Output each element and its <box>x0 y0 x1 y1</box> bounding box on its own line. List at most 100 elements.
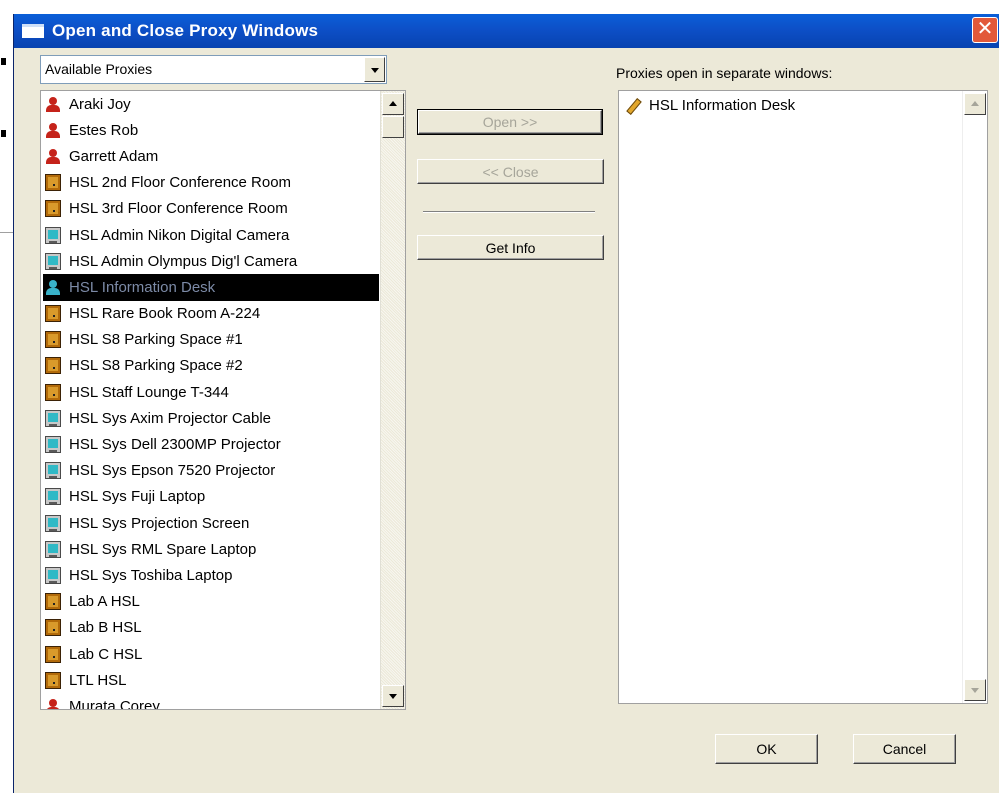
proxy-filter-value: Available Proxies <box>45 61 153 77</box>
ok-button[interactable]: OK <box>715 734 818 764</box>
equipment-icon <box>45 540 61 558</box>
list-item-label: Garrett Adam <box>69 147 159 165</box>
scroll-up-button[interactable] <box>382 93 404 115</box>
list-item[interactable]: HSL 3rd Floor Conference Room <box>43 196 379 222</box>
list-item-label: Estes Rob <box>69 121 139 139</box>
list-item[interactable]: HSL Sys Epson 7520 Projector <box>43 458 379 484</box>
list-item-label: HSL 3rd Floor Conference Room <box>69 200 288 218</box>
equipment-icon <box>45 514 61 532</box>
list-item-label: HSL Sys Epson 7520 Projector <box>69 462 276 480</box>
person-icon <box>45 96 61 113</box>
list-item[interactable]: HSL Information Desk <box>625 97 795 114</box>
dialog-window: Open and Close Proxy Windows ✕ Available… <box>13 14 999 793</box>
list-item-label: Murata Corey <box>69 697 160 710</box>
arrow-down-icon <box>971 688 979 693</box>
door-icon <box>45 619 61 637</box>
list-item[interactable]: HSL S8 Parking Space #1 <box>43 327 379 353</box>
list-item[interactable]: Garrett Adam <box>43 143 379 169</box>
list-item[interactable]: Araki Joy <box>43 91 379 117</box>
window-title: Open and Close Proxy Windows <box>52 21 319 40</box>
list-item-label: HSL Sys Toshiba Laptop <box>69 566 233 584</box>
open-windows-heading: Proxies open in separate windows: <box>616 65 833 81</box>
list-item[interactable]: Lab B HSL <box>43 615 379 641</box>
list-item[interactable]: HSL 2nd Floor Conference Room <box>43 170 379 196</box>
list-item-label: HSL Information Desk <box>649 97 796 114</box>
door-icon <box>45 357 61 375</box>
list-item-label: HSL Sys RML Spare Laptop <box>69 540 257 558</box>
scroll-thumb[interactable] <box>382 116 404 138</box>
list-item[interactable]: HSL Staff Lounge T-344 <box>43 379 379 405</box>
list-item-label: HSL Sys Dell 2300MP Projector <box>69 436 281 454</box>
background-rule <box>0 232 13 233</box>
list-item-label: HSL Admin Olympus Dig'l Camera <box>69 252 298 270</box>
proxy-filter-dropdown[interactable]: Available Proxies <box>40 55 387 84</box>
open-list-scrollbar[interactable] <box>962 91 987 703</box>
pencil-icon <box>625 98 641 114</box>
arrow-up-icon <box>971 101 979 106</box>
door-icon <box>45 645 61 663</box>
title-bar[interactable]: Open and Close Proxy Windows ✕ <box>14 14 999 48</box>
available-list-scrollbar[interactable] <box>380 91 405 709</box>
list-item-label: HSL Admin Nikon Digital Camera <box>69 226 290 244</box>
list-item-label: HSL Rare Book Room A-224 <box>69 305 261 323</box>
equipment-icon <box>45 488 61 506</box>
list-item[interactable]: Lab C HSL <box>43 641 379 667</box>
scroll-down-button[interactable] <box>382 685 404 707</box>
arrow-up-icon <box>389 101 397 106</box>
list-item[interactable]: HSL Rare Book Room A-224 <box>43 301 379 327</box>
door-icon <box>45 383 61 401</box>
list-item[interactable]: LTL HSL <box>43 667 379 693</box>
door-icon <box>45 593 61 611</box>
scroll-down-button[interactable] <box>964 679 986 701</box>
open-windows-list[interactable]: HSL Information Desk <box>618 90 988 704</box>
equipment-icon <box>45 566 61 584</box>
list-item[interactable]: Murata Corey <box>43 693 379 710</box>
separator <box>423 211 595 213</box>
list-item-label: Lab A HSL <box>69 593 140 611</box>
list-item[interactable]: HSL S8 Parking Space #2 <box>43 353 379 379</box>
list-item-label: Lab B HSL <box>69 619 142 637</box>
list-item-label: HSL S8 Parking Space #2 <box>69 357 243 375</box>
list-item[interactable]: HSL Sys Fuji Laptop <box>43 484 379 510</box>
window-icon <box>22 24 44 38</box>
list-item-label: HSL Staff Lounge T-344 <box>69 383 229 401</box>
person-icon <box>45 122 61 139</box>
door-icon <box>45 671 61 689</box>
list-item-label: HSL Sys Projection Screen <box>69 514 250 532</box>
list-item[interactable]: HSL Admin Olympus Dig'l Camera <box>43 248 379 274</box>
list-item[interactable]: HSL Information Desk <box>43 274 379 301</box>
close-proxy-button[interactable]: << Close <box>417 159 604 184</box>
equipment-icon <box>45 409 61 427</box>
list-item[interactable]: HSL Sys Dell 2300MP Projector <box>43 431 379 457</box>
person-icon <box>45 279 61 296</box>
list-item-label: HSL Sys Axim Projector Cable <box>69 409 272 427</box>
list-item[interactable]: Lab A HSL <box>43 589 379 615</box>
background-mark <box>1 130 6 137</box>
list-item[interactable]: HSL Sys Projection Screen <box>43 510 379 536</box>
open-button[interactable]: Open >> <box>417 109 603 135</box>
available-proxies-items: Araki Joy Estes Rob Garrett Adam HSL 2nd Fl… <box>43 91 379 710</box>
list-item[interactable]: HSL Sys Toshiba Laptop <box>43 562 379 588</box>
list-item[interactable]: Estes Rob <box>43 117 379 143</box>
person-icon <box>45 148 61 165</box>
equipment-icon <box>45 436 61 454</box>
list-item-label: Lab C HSL <box>69 645 143 663</box>
list-item[interactable]: HSL Sys Axim Projector Cable <box>43 405 379 431</box>
list-item[interactable]: HSL Admin Nikon Digital Camera <box>43 222 379 248</box>
list-item[interactable]: HSL Sys RML Spare Laptop <box>43 536 379 562</box>
get-info-button[interactable]: Get Info <box>417 235 604 260</box>
background-mark <box>1 58 6 65</box>
list-item-label: HSL S8 Parking Space #1 <box>69 331 243 349</box>
door-icon <box>45 305 61 323</box>
dropdown-arrow-button[interactable] <box>364 57 385 82</box>
close-window-button[interactable]: ✕ <box>972 17 998 43</box>
list-item-label: HSL Sys Fuji Laptop <box>69 488 206 506</box>
equipment-icon <box>45 462 61 480</box>
arrow-down-icon <box>389 694 397 699</box>
scroll-up-button[interactable] <box>964 93 986 115</box>
available-proxies-list[interactable]: Araki Joy Estes Rob Garrett Adam HSL 2nd Fl… <box>40 90 406 710</box>
cancel-button[interactable]: Cancel <box>853 734 956 764</box>
list-item-label: HSL 2nd Floor Conference Room <box>69 174 292 192</box>
person-icon <box>45 698 61 709</box>
list-item-label: HSL Information Desk <box>69 278 216 296</box>
